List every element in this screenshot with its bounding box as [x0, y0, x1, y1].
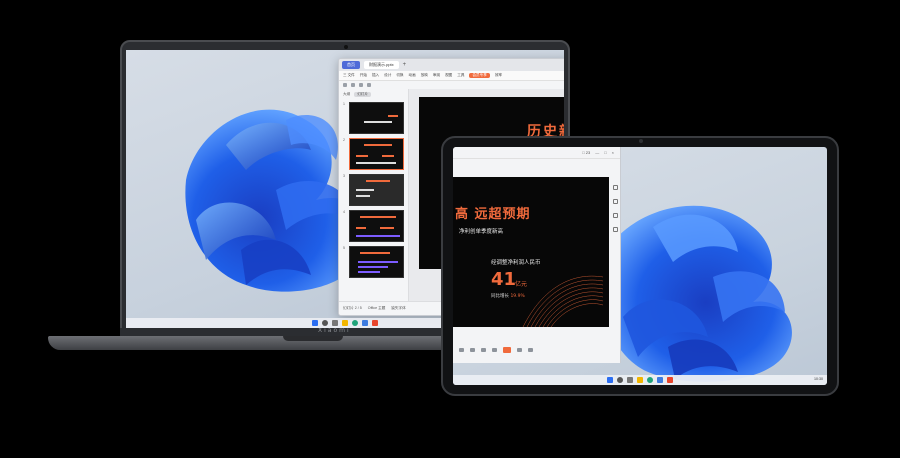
- comments-icon[interactable]: [470, 348, 475, 352]
- maximize-button[interactable]: □: [604, 150, 606, 155]
- decorative-orange-arcs: [522, 275, 604, 327]
- slide-thumbnail[interactable]: 4: [343, 210, 404, 242]
- laptop-brand-logo: Xiaomi: [318, 327, 351, 334]
- outline-tab[interactable]: 大纲: [343, 92, 350, 97]
- notes-toggle-icon[interactable]: [459, 348, 464, 352]
- animation-icon[interactable]: [612, 199, 618, 204]
- menu-item[interactable]: 动画: [409, 73, 416, 78]
- start-icon[interactable]: [607, 377, 613, 383]
- wps-icon[interactable]: [667, 377, 673, 383]
- notes-icon[interactable]: [612, 227, 618, 232]
- normal-view-icon[interactable]: [481, 348, 486, 352]
- slide-number: 3: [343, 174, 345, 178]
- slide-thumbnail-panel: 大纲 幻灯片 1 2 3 4 5: [339, 89, 409, 301]
- menu-item[interactable]: 开始: [360, 73, 367, 78]
- slide-number: 1: [343, 102, 345, 106]
- menu-item[interactable]: 切换: [396, 73, 403, 78]
- slide-number: 4: [343, 210, 345, 214]
- print-icon[interactable]: [367, 83, 371, 87]
- menu-item-active[interactable]: 会员专享: [469, 73, 490, 78]
- slide-thumbnail[interactable]: 1: [343, 102, 404, 134]
- store-icon[interactable]: [657, 377, 663, 383]
- file-explorer-icon[interactable]: [342, 320, 348, 326]
- sorter-view-icon[interactable]: [492, 348, 497, 352]
- slide-counter: 幻灯片 2 / 5: [343, 306, 362, 310]
- redo-icon[interactable]: [359, 83, 363, 87]
- current-slide[interactable]: 高 远超预期 净利创单季度新高 经调整净利润人民币 41 亿元 同比增长 19.…: [453, 177, 609, 327]
- menu-item[interactable]: 设计: [384, 73, 391, 78]
- undo-icon[interactable]: [351, 83, 355, 87]
- zoom-out-icon[interactable]: [517, 348, 522, 352]
- theme-name: Office 主题: [367, 306, 386, 310]
- thumbnail-view-tabs: 大纲 幻灯片: [343, 92, 404, 97]
- menu-item[interactable]: 审阅: [433, 73, 440, 78]
- close-button[interactable]: ×: [612, 150, 614, 155]
- minimize-button[interactable]: —: [595, 150, 599, 155]
- transition-icon[interactable]: [612, 213, 618, 218]
- edge-icon[interactable]: [352, 320, 358, 326]
- slides-tab[interactable]: 幻灯片: [354, 92, 371, 97]
- wps-tab-bar: 首页 财报演示.pptx +: [339, 59, 564, 71]
- slide-thumbnail-selected[interactable]: 2: [343, 138, 404, 170]
- wps-bottom-toolbar: [453, 345, 620, 355]
- wps-ribbon-menu: 三 文件 开始 插入 设计 切换 动画 放映 审阅 视图 工具 会员专享 效率: [339, 71, 564, 81]
- laptop-base-notch: [283, 336, 343, 341]
- slide-preview: [348, 102, 404, 134]
- wps-home-tab[interactable]: 首页: [342, 61, 360, 69]
- menu-item[interactable]: 效率: [495, 73, 502, 78]
- page-count-indicator: □ 23: [582, 150, 591, 155]
- task-view-icon[interactable]: [332, 320, 338, 326]
- task-view-icon[interactable]: [627, 377, 633, 383]
- slide-preview: [348, 210, 404, 242]
- play-slideshow-icon[interactable]: [503, 347, 511, 353]
- save-icon[interactable]: [343, 83, 347, 87]
- search-icon[interactable]: [322, 320, 328, 326]
- side-tool-panel: [610, 177, 620, 327]
- edge-icon[interactable]: [647, 377, 653, 383]
- slide-thumbnail[interactable]: 3: [343, 174, 404, 206]
- properties-icon[interactable]: [612, 185, 618, 190]
- tablet-taskbar: 10:30: [453, 375, 827, 385]
- zoom-in-icon[interactable]: [528, 348, 533, 352]
- slide-number: 2: [343, 138, 345, 142]
- slide-number: 5: [343, 246, 345, 250]
- wps-icon[interactable]: [372, 320, 378, 326]
- wps-presentation-window[interactable]: □ 23 — □ × 高 远超预期 净利创单季度新高 经调整净利润人民币 41 …: [453, 147, 621, 363]
- menu-item[interactable]: 视图: [445, 73, 452, 78]
- slide-preview: [348, 246, 404, 278]
- slide-preview: [348, 138, 404, 170]
- system-clock[interactable]: 10:30: [814, 377, 823, 381]
- wps-document-tab[interactable]: 财报演示.pptx: [364, 61, 399, 69]
- slide-preview: [348, 174, 404, 206]
- tablet-camera: [639, 139, 643, 143]
- window-title-bar: □ 23 — □ ×: [453, 147, 620, 159]
- new-tab-button[interactable]: +: [403, 62, 407, 68]
- menu-item[interactable]: 放映: [421, 73, 428, 78]
- menu-item[interactable]: 插入: [372, 73, 379, 78]
- search-icon[interactable]: [617, 377, 623, 383]
- tablet-screen: □ 23 — □ × 高 远超预期 净利创单季度新高 经调整净利润人民币 41 …: [453, 147, 827, 385]
- menu-item[interactable]: 三 文件: [343, 73, 355, 78]
- laptop-camera: [344, 45, 348, 49]
- file-explorer-icon[interactable]: [637, 377, 643, 383]
- missing-fonts-notice[interactable]: 缺失字体: [391, 306, 405, 311]
- wps-toolbar: [339, 81, 564, 89]
- slide-thumbnail[interactable]: 5: [343, 246, 404, 278]
- start-icon[interactable]: [312, 320, 318, 326]
- store-icon[interactable]: [362, 320, 368, 326]
- menu-item[interactable]: 工具: [457, 73, 464, 78]
